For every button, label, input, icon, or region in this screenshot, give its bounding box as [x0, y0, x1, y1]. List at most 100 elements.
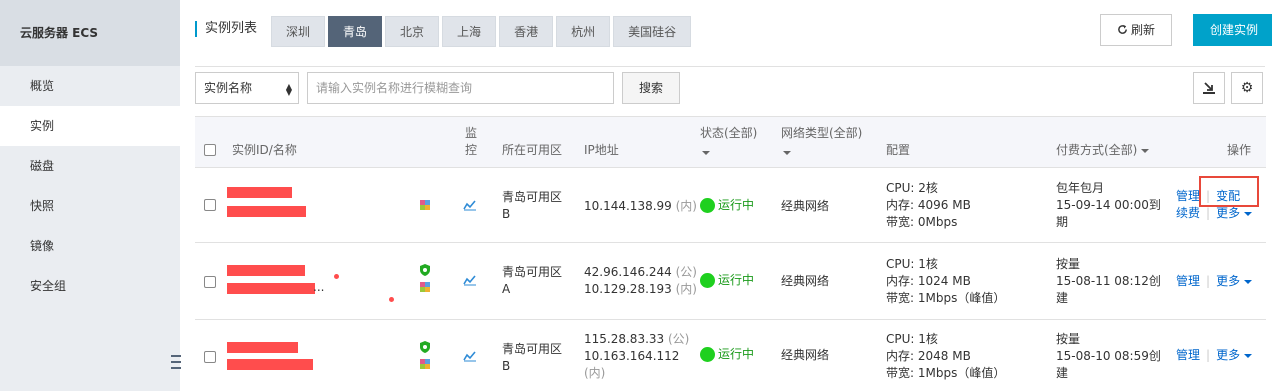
- config-cell: CPU: 2核 内存: 4096 MB 带宽: 0Mbps: [886, 180, 971, 231]
- sidebar-item-disks[interactable]: 磁盘: [0, 146, 180, 186]
- header-billing: 付费方式(全部): [1056, 143, 1138, 157]
- redacted-instance-name: [227, 359, 313, 370]
- select-arrows-icon: ▼: [285, 88, 292, 97]
- region-tab-beijing[interactable]: 北京: [385, 16, 440, 47]
- caret-down-icon: [702, 150, 710, 155]
- header-ip: IP地址: [584, 143, 619, 157]
- billing-type: 包年包月: [1056, 181, 1105, 195]
- chart-line-icon[interactable]: [463, 350, 477, 362]
- status-label: 运行中: [718, 198, 755, 212]
- create-instance-button[interactable]: 创建实例: [1193, 14, 1272, 46]
- billing-type: 按量: [1056, 332, 1081, 346]
- instance-table: 实例ID/名称 监 控 所在可用区 IP地址 状态(全部) 网络类型(全部) 配…: [195, 116, 1266, 390]
- more-label: 更多: [1216, 206, 1241, 220]
- shield-icon[interactable]: [418, 340, 432, 354]
- ip-tag: (公): [675, 265, 697, 279]
- header-network: 网络类型(全部): [781, 126, 863, 140]
- sidebar: 云服务器 ECS 概览 实例 磁盘 快照 镜像 安全组: [0, 0, 181, 391]
- row-checkbox[interactable]: [204, 276, 216, 288]
- config-cpu: CPU: 1核: [886, 332, 938, 346]
- shield-icon[interactable]: [418, 263, 432, 277]
- puzzle-icon[interactable]: [418, 198, 432, 212]
- ip-address: 10.144.138.99: [584, 199, 672, 213]
- table-row: ... 青岛可用区 A 42.96.146.244 (公) 10.129.28.…: [195, 243, 1266, 320]
- search-field-select[interactable]: 实例名称 ▲ ▼: [195, 72, 299, 104]
- ip-tag: (公): [667, 332, 690, 346]
- region-tab-silicon-valley[interactable]: 美国硅谷: [613, 16, 692, 47]
- region-tabs: 深圳 青岛 北京 上海 香港 杭州 美国硅谷: [271, 16, 694, 47]
- refresh-button[interactable]: 刷新: [1100, 14, 1172, 46]
- settings-button[interactable]: ⚙: [1231, 72, 1263, 104]
- private-ip: 10.129.28.193: [584, 282, 672, 296]
- zone-cell: 青岛可用区 B: [502, 189, 562, 223]
- ip-tag: (内): [584, 366, 606, 380]
- more-dropdown[interactable]: 更多: [1216, 206, 1253, 220]
- chart-line-icon[interactable]: [463, 274, 477, 286]
- sidebar-item-images[interactable]: 镜像: [0, 226, 180, 266]
- more-label: 更多: [1216, 274, 1241, 288]
- billing-cell: 按量 15-08-10 08:59创 建: [1056, 331, 1161, 382]
- status-cell: 运行中: [700, 272, 754, 289]
- status-running-icon: [700, 198, 715, 213]
- zone-letter: A: [502, 282, 511, 296]
- sidebar-collapse-icon[interactable]: [168, 345, 181, 385]
- header-bar: 实例列表 深圳 青岛 北京 上海 香港 杭州 美国硅谷 刷新 创建实例: [195, 14, 1272, 48]
- search-input[interactable]: [307, 72, 614, 104]
- redaction-dot: [334, 274, 339, 279]
- private-ip: 10.163.164.112: [584, 349, 680, 363]
- caret-down-icon: [1141, 148, 1150, 153]
- status-label: 运行中: [718, 347, 755, 361]
- billing-date-cont: 期: [1056, 215, 1069, 229]
- renew-link[interactable]: 续费: [1176, 206, 1200, 220]
- region-tab-shenzhen[interactable]: 深圳: [271, 16, 326, 47]
- sidebar-item-overview[interactable]: 概览: [0, 66, 180, 106]
- table-row: 青岛可用区 B 10.144.138.99 (内) 运行中 经典网络 CPU: …: [195, 168, 1266, 243]
- caret-down-icon: [783, 150, 791, 155]
- config-bandwidth: 带宽: 1Mbps（峰值）: [886, 291, 1006, 305]
- refresh-label: 刷新: [1130, 23, 1155, 37]
- header-zone: 所在可用区: [502, 143, 563, 157]
- manage-link[interactable]: 管理: [1176, 274, 1200, 288]
- zone-letter: B: [502, 207, 511, 221]
- billing-cell: 包年包月 15-09-14 00:00到 期: [1056, 180, 1161, 231]
- sidebar-item-security-groups[interactable]: 安全组: [0, 266, 180, 306]
- ip-cell: 10.144.138.99 (内): [584, 198, 697, 215]
- search-button[interactable]: 搜索: [622, 72, 680, 104]
- row-checkbox[interactable]: [204, 351, 216, 363]
- header-status-filter[interactable]: 状态(全部): [700, 125, 757, 159]
- region-tab-shanghai[interactable]: 上海: [442, 16, 497, 47]
- more-dropdown[interactable]: 更多: [1216, 348, 1253, 362]
- sidebar-title: 云服务器 ECS: [0, 0, 180, 66]
- more-dropdown[interactable]: 更多: [1216, 274, 1253, 288]
- billing-date-cont: 建: [1056, 291, 1069, 305]
- manage-link[interactable]: 管理: [1176, 189, 1200, 203]
- manage-link[interactable]: 管理: [1176, 348, 1200, 362]
- sidebar-item-snapshots[interactable]: 快照: [0, 186, 180, 226]
- config-bandwidth: 带宽: 0Mbps: [886, 215, 958, 229]
- ip-cell: 42.96.146.244 (公) 10.129.28.193 (内): [584, 264, 697, 298]
- search-row: 实例名称 ▲ ▼ 搜索 ⚙: [195, 72, 1265, 104]
- gear-icon: ⚙: [1240, 80, 1254, 96]
- header-billing-filter[interactable]: 付费方式(全部): [1056, 142, 1150, 159]
- sidebar-item-instances[interactable]: 实例: [0, 106, 180, 146]
- puzzle-icon[interactable]: [418, 280, 432, 294]
- export-button[interactable]: [1193, 72, 1225, 104]
- public-ip: 115.28.83.33: [584, 332, 665, 346]
- header-monitor-2: 控: [465, 143, 478, 157]
- config-cell: CPU: 1核 内存: 1024 MB 带宽: 1Mbps（峰值）: [886, 256, 1005, 307]
- row-checkbox[interactable]: [204, 199, 216, 211]
- region-tab-hangzhou[interactable]: 杭州: [556, 16, 611, 47]
- caret-down-icon: [1244, 353, 1253, 358]
- table-row: 青岛可用区 B 115.28.83.33 (公) 10.163.164.112 …: [195, 320, 1266, 390]
- chart-line-icon[interactable]: [463, 199, 477, 211]
- billing-type: 按量: [1056, 257, 1081, 271]
- billing-cell: 按量 15-08-11 08:12创 建: [1056, 256, 1161, 307]
- ip-cell: 115.28.83.33 (公) 10.163.164.112 (内): [584, 331, 689, 382]
- puzzle-icon[interactable]: [418, 357, 432, 371]
- region-tab-qingdao[interactable]: 青岛: [328, 16, 383, 47]
- select-all-checkbox[interactable]: [204, 144, 216, 156]
- zone-cell: 青岛可用区 A: [502, 264, 562, 298]
- redacted-instance-id: [227, 187, 292, 198]
- header-network-filter[interactable]: 网络类型(全部): [781, 125, 862, 159]
- region-tab-hongkong[interactable]: 香港: [499, 16, 554, 47]
